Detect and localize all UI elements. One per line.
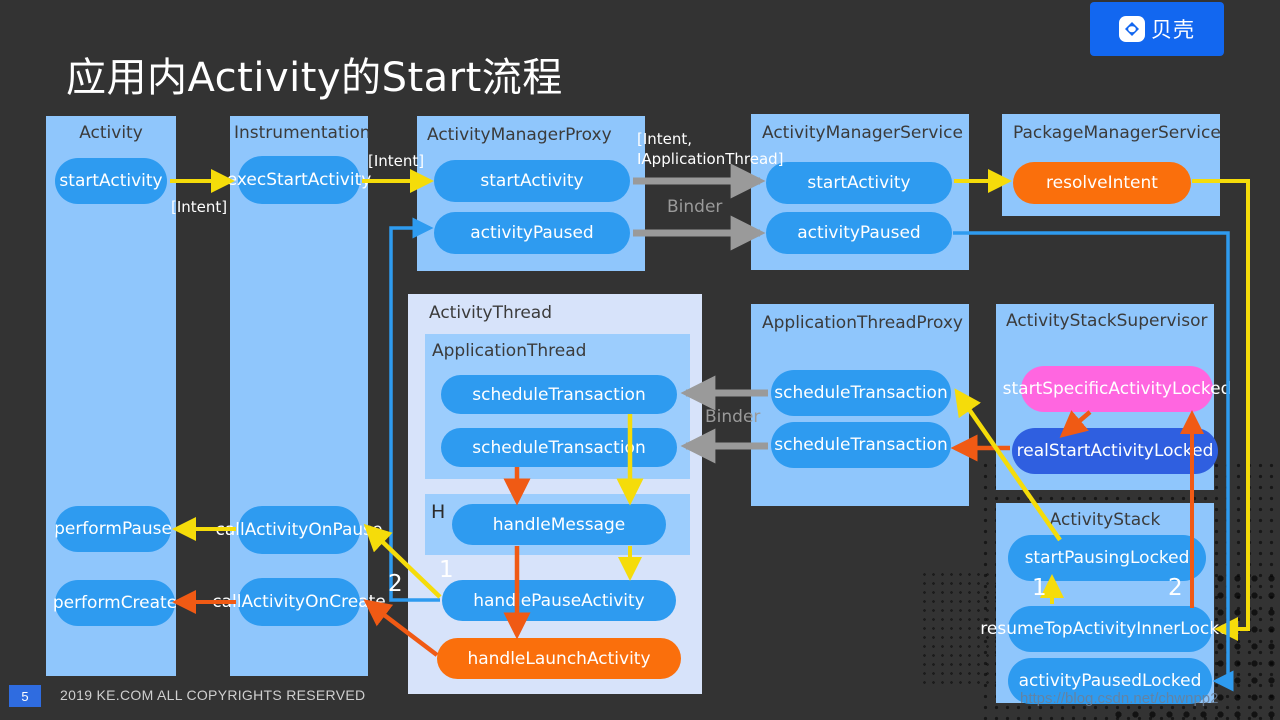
node-amp-start-activity[interactable]: startActivity <box>434 160 630 202</box>
node-amp-activity-paused[interactable]: activityPaused <box>434 212 630 254</box>
node-start-specific-activity-locked[interactable]: startSpecificActivityLocked <box>1003 366 1231 412</box>
node-start-activity[interactable]: startActivity <box>55 158 167 204</box>
node-call-activity-on-pause[interactable]: callActivityOnPause <box>216 506 382 554</box>
label-sequence-stack-2: 2 <box>1168 575 1183 601</box>
node-call-activity-on-create[interactable]: callActivityOnCreate <box>212 578 386 626</box>
node-exec-start-activity[interactable]: execStartActivity <box>227 156 371 204</box>
label-sequence-stack-1: 1 <box>1032 575 1047 601</box>
panel-handler-h-title: H <box>431 501 446 523</box>
node-real-start-activity-locked[interactable]: realStartActivityLocked <box>1012 428 1218 474</box>
shell-house-icon <box>1119 16 1145 42</box>
page-number-badge: 5 <box>9 685 41 707</box>
node-handle-pause-activity[interactable]: handlePauseActivity <box>442 580 676 621</box>
node-resume-top-activity-inner-locked[interactable]: resumeTopActivityInnerLocked <box>980 606 1240 652</box>
panel-activity-title: Activity <box>79 123 143 143</box>
brand-logo: 贝壳 <box>1090 2 1224 56</box>
panel-activity-stack-title: ActivityStack <box>1049 510 1161 530</box>
panel-instrumentation-title: Instrumentation <box>234 123 371 143</box>
label-binder-top: Binder <box>667 197 723 217</box>
page-title: 应用内Activity的Start流程 <box>66 55 563 101</box>
node-handle-launch-activity[interactable]: handleLaunchActivity <box>437 638 681 679</box>
label-intent-2: [Intent] <box>368 152 425 170</box>
label-intent-iapplicationthread: [Intent, IApplicationThread] <box>637 130 784 168</box>
node-ams-activity-paused[interactable]: activityPaused <box>766 212 952 254</box>
node-perform-create[interactable]: performCreate <box>53 580 177 626</box>
panel-activity-stack-supervisor-title: ActivityStackSupervisor <box>1006 311 1208 331</box>
copyright-text: 2019 KE.COM ALL COPYRIGHTS RESERVED <box>60 687 366 703</box>
panel-package-manager-service-title: PackageManagerService <box>1013 123 1221 143</box>
node-ams-start-activity[interactable]: startActivity <box>766 162 952 204</box>
label-binder-middle: Binder <box>705 407 761 427</box>
panel-activity-thread-title: ActivityThread <box>429 303 553 323</box>
node-handle-message[interactable]: handleMessage <box>452 504 666 545</box>
node-atp-schedule-transaction-1[interactable]: scheduleTransaction <box>771 370 951 416</box>
brand-name: 贝壳 <box>1151 18 1195 42</box>
node-perform-pause[interactable]: performPause <box>54 506 172 552</box>
node-resolve-intent[interactable]: resolveIntent <box>1013 162 1191 204</box>
panel-application-thread-proxy-title: ApplicationThreadProxy <box>762 313 963 333</box>
label-intent-1: [Intent] <box>171 198 228 216</box>
label-sequence-thread-1: 1 <box>439 557 454 583</box>
node-schedule-transaction-1[interactable]: scheduleTransaction <box>441 375 677 414</box>
panel-activity-manager-proxy-title: ActivityManagerProxy <box>427 125 612 145</box>
label-sequence-thread-2: 2 <box>388 571 403 597</box>
panel-activity-manager-service-title: ActivityManagerService <box>762 123 963 143</box>
node-schedule-transaction-2[interactable]: scheduleTransaction <box>441 428 677 467</box>
watermark-url: https://blog.csdn.net/chwnpp2 <box>1020 690 1219 707</box>
panel-application-thread-title: ApplicationThread <box>432 341 587 361</box>
node-atp-schedule-transaction-2[interactable]: scheduleTransaction <box>771 422 951 468</box>
